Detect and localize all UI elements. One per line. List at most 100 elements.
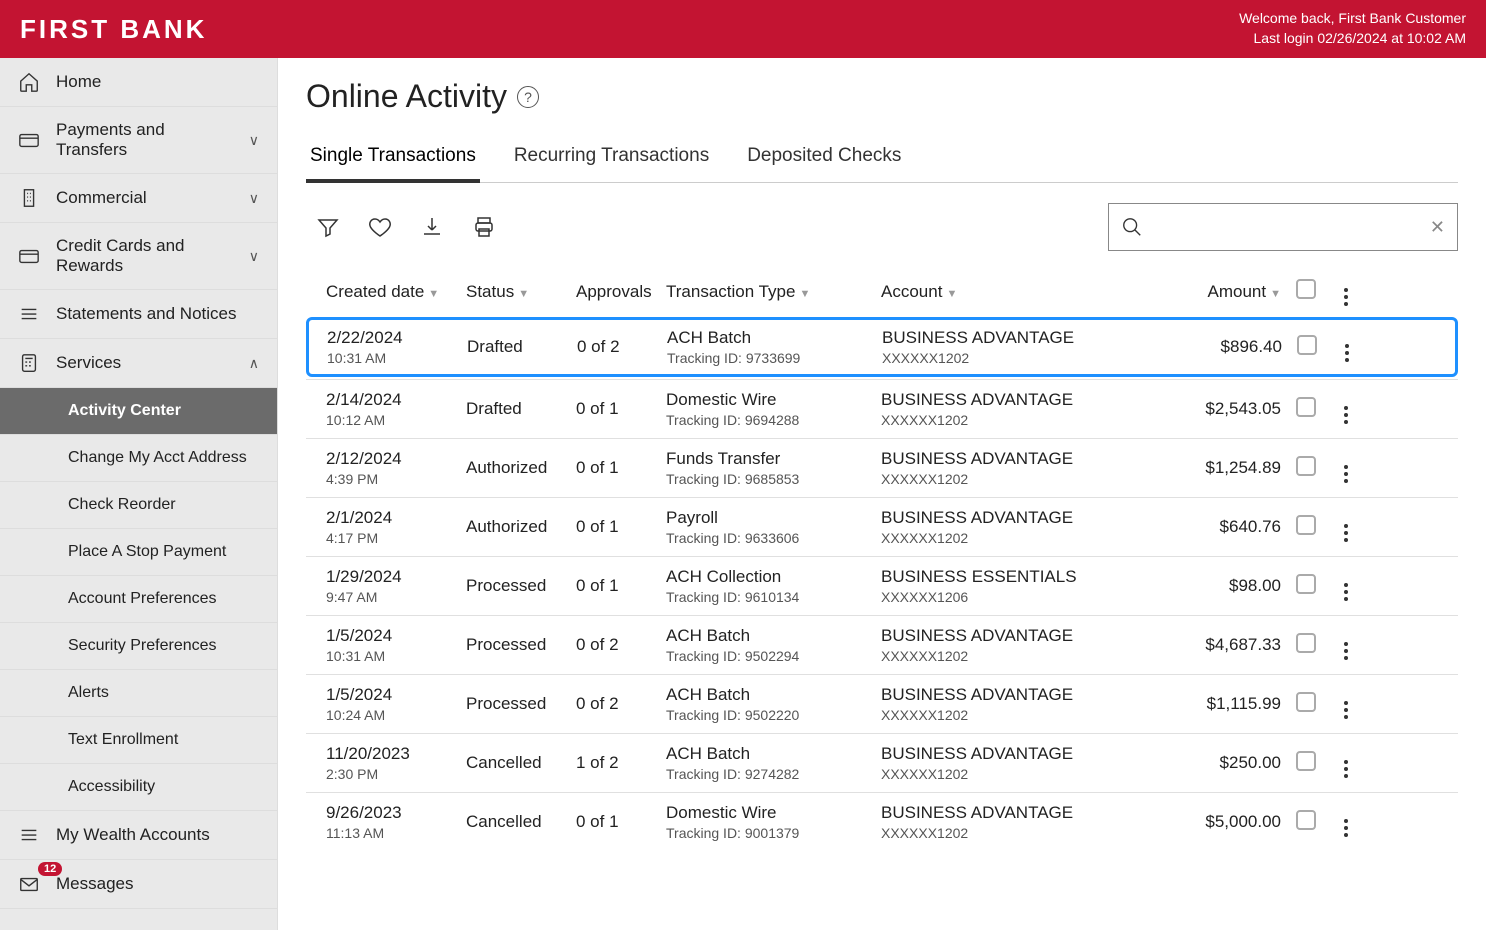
kebab-icon[interactable] <box>1344 701 1348 719</box>
cell-select[interactable] <box>1281 633 1331 658</box>
building-icon <box>18 187 40 209</box>
row-checkbox[interactable] <box>1296 751 1316 771</box>
cell-select[interactable] <box>1281 574 1331 599</box>
col-header-menu[interactable] <box>1331 277 1361 306</box>
table-row[interactable]: 2/12/20244:39 PM Authorized 0 of 1 Funds… <box>306 438 1458 497</box>
main-content: Online Activity ? Single Transactions Rec… <box>278 58 1486 930</box>
table-row[interactable]: 1/5/202410:24 AM Processed 0 of 2 ACH Ba… <box>306 674 1458 733</box>
tab-single-transactions[interactable]: Single Transactions <box>306 133 480 183</box>
table-row[interactable]: 11/20/20232:30 PM Cancelled 1 of 2 ACH B… <box>306 733 1458 792</box>
sub-item-accessibility[interactable]: Accessibility <box>0 764 277 811</box>
table-row[interactable]: 2/14/202410:12 AM Drafted 0 of 1 Domesti… <box>306 379 1458 438</box>
row-checkbox[interactable] <box>1296 633 1316 653</box>
col-transaction-type[interactable]: Transaction Type▼ <box>666 282 881 302</box>
cell-approvals: 0 of 2 <box>577 337 667 357</box>
kebab-icon[interactable] <box>1344 406 1348 424</box>
cell-menu[interactable] <box>1331 454 1361 483</box>
nav-item-credit-cards-and-rewards[interactable]: Credit Cards and Rewards ∨ <box>0 223 277 290</box>
clear-search-icon[interactable]: ✕ <box>1430 217 1445 238</box>
sub-item-text-enrollment[interactable]: Text Enrollment <box>0 717 277 764</box>
print-icon[interactable] <box>472 215 496 239</box>
cell-menu[interactable] <box>1331 513 1361 542</box>
kebab-icon[interactable] <box>1344 760 1348 778</box>
sub-item-place-a-stop-payment[interactable]: Place A Stop Payment <box>0 529 277 576</box>
cell-menu[interactable] <box>1331 690 1361 719</box>
kebab-icon[interactable] <box>1344 642 1348 660</box>
filter-icon[interactable] <box>316 215 340 239</box>
nav-item-services[interactable]: Services ∧ <box>0 339 277 388</box>
help-icon[interactable]: ? <box>517 86 539 108</box>
kebab-icon[interactable] <box>1344 288 1348 306</box>
sub-item-security-preferences[interactable]: Security Preferences <box>0 623 277 670</box>
tab-deposited-checks[interactable]: Deposited Checks <box>743 133 905 182</box>
nav-item-messages[interactable]: Messages 12 <box>0 860 277 909</box>
cell-status: Processed <box>466 635 576 655</box>
search-input[interactable] <box>1153 219 1420 236</box>
col-created-date[interactable]: Created date▼ <box>326 282 466 302</box>
nav-item-my-wealth-accounts[interactable]: My Wealth Accounts <box>0 811 277 860</box>
row-checkbox[interactable] <box>1296 692 1316 712</box>
table-row[interactable]: 2/1/20244:17 PM Authorized 0 of 1 Payrol… <box>306 497 1458 556</box>
col-status[interactable]: Status▼ <box>466 282 576 302</box>
cell-account: BUSINESS ADVANTAGEXXXXXX1202 <box>881 449 1181 487</box>
cell-select[interactable] <box>1281 456 1331 481</box>
sub-item-change-my-acct-address[interactable]: Change My Acct Address <box>0 435 277 482</box>
lines-icon <box>18 303 40 325</box>
nav-item-statements-and-notices[interactable]: Statements and Notices <box>0 290 277 339</box>
col-amount[interactable]: Amount▼ <box>1181 282 1281 302</box>
table-row[interactable]: 2/22/202410:31 AM Drafted 0 of 2 ACH Bat… <box>306 317 1458 377</box>
cell-amount: $896.40 <box>1182 337 1282 357</box>
select-all-checkbox[interactable] <box>1296 279 1316 299</box>
kebab-icon[interactable] <box>1344 819 1348 837</box>
download-icon[interactable] <box>420 215 444 239</box>
col-select-all[interactable] <box>1281 279 1331 304</box>
row-checkbox[interactable] <box>1296 574 1316 594</box>
cell-menu[interactable] <box>1332 333 1362 362</box>
cell-select[interactable] <box>1282 335 1332 360</box>
cell-select[interactable] <box>1281 515 1331 540</box>
cell-date: 11/20/20232:30 PM <box>326 744 466 782</box>
row-checkbox[interactable] <box>1296 456 1316 476</box>
cell-approvals: 0 of 1 <box>576 399 666 419</box>
col-approvals[interactable]: Approvals <box>576 282 666 302</box>
row-checkbox[interactable] <box>1296 810 1316 830</box>
page-title: Online Activity ? <box>306 78 1458 115</box>
cell-select[interactable] <box>1281 397 1331 422</box>
cell-type: Domestic WireTracking ID: 9694288 <box>666 390 881 428</box>
kebab-icon[interactable] <box>1345 344 1349 362</box>
row-checkbox[interactable] <box>1296 397 1316 417</box>
sub-item-check-reorder[interactable]: Check Reorder <box>0 482 277 529</box>
cell-menu[interactable] <box>1331 808 1361 837</box>
sort-arrow-icon: ▼ <box>946 288 957 300</box>
nav-item-home[interactable]: Home <box>0 58 277 107</box>
table-row[interactable]: 1/5/202410:31 AM Processed 0 of 2 ACH Ba… <box>306 615 1458 674</box>
cell-amount: $640.76 <box>1181 517 1281 537</box>
nav-item-commercial[interactable]: Commercial ∨ <box>0 174 277 223</box>
cell-select[interactable] <box>1281 751 1331 776</box>
card-icon <box>18 245 40 267</box>
sub-item-activity-center[interactable]: Activity Center <box>0 388 277 435</box>
cell-menu[interactable] <box>1331 631 1361 660</box>
favorite-icon[interactable] <box>368 215 392 239</box>
row-checkbox[interactable] <box>1296 515 1316 535</box>
cell-select[interactable] <box>1281 810 1331 835</box>
cell-menu[interactable] <box>1331 395 1361 424</box>
cell-approvals: 0 of 2 <box>576 635 666 655</box>
kebab-icon[interactable] <box>1344 524 1348 542</box>
tab-recurring-transactions[interactable]: Recurring Transactions <box>510 133 713 182</box>
cell-menu[interactable] <box>1331 749 1361 778</box>
search-box[interactable]: ✕ <box>1108 203 1458 251</box>
row-checkbox[interactable] <box>1297 335 1317 355</box>
kebab-icon[interactable] <box>1344 465 1348 483</box>
sub-item-account-preferences[interactable]: Account Preferences <box>0 576 277 623</box>
sub-item-alerts[interactable]: Alerts <box>0 670 277 717</box>
col-account[interactable]: Account▼ <box>881 282 1181 302</box>
table-row[interactable]: 1/29/20249:47 AM Processed 0 of 1 ACH Co… <box>306 556 1458 615</box>
cell-menu[interactable] <box>1331 572 1361 601</box>
welcome-block: Welcome back, First Bank Customer Last l… <box>1239 9 1466 48</box>
nav-item-payments-and-transfers[interactable]: Payments and Transfers ∨ <box>0 107 277 174</box>
cell-status: Drafted <box>466 399 576 419</box>
table-row[interactable]: 9/26/202311:13 AM Cancelled 0 of 1 Domes… <box>306 792 1458 851</box>
kebab-icon[interactable] <box>1344 583 1348 601</box>
cell-select[interactable] <box>1281 692 1331 717</box>
